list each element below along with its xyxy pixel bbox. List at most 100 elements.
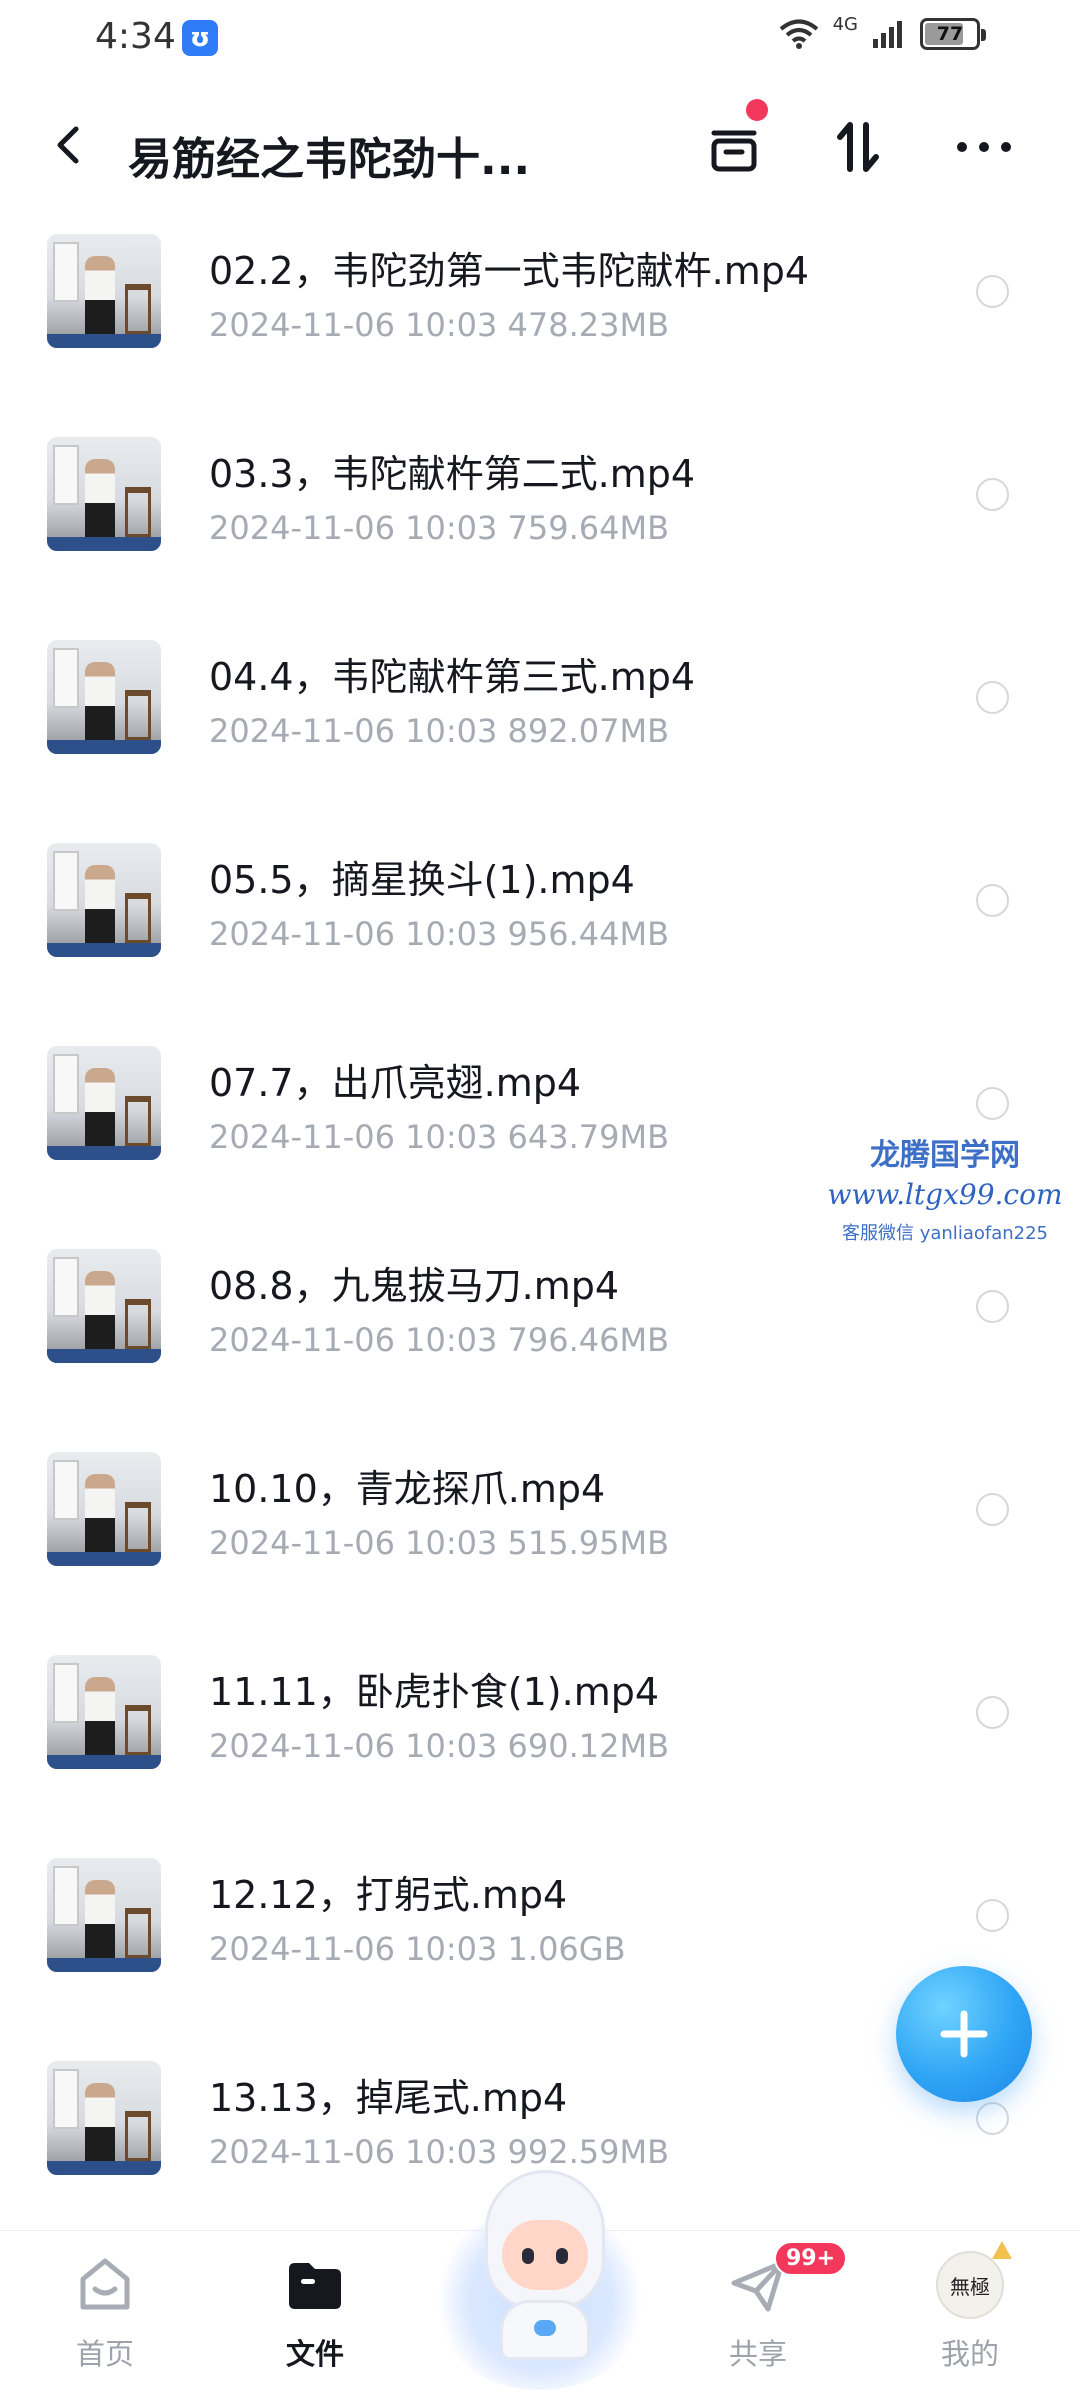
file-meta: 2024-11-06 10:03 478.23MB (209, 306, 669, 344)
transfer-list-button[interactable] (698, 99, 770, 183)
file-list-item[interactable]: 03.3，韦陀献杵第二式.mp4 2024-11-06 10:03 759.64… (0, 415, 1080, 618)
nav-item-share[interactable]: 99+ 共享 (688, 2241, 848, 2373)
chevron-left-icon (57, 126, 79, 164)
avatar: 無極 (936, 2241, 1012, 2319)
network-type: 4G (832, 13, 858, 35)
mascot-eye (556, 2248, 568, 2264)
select-checkbox[interactable] (976, 2102, 1009, 2135)
notification-dot (746, 99, 768, 121)
paper-plane-icon: 99+ (722, 2241, 848, 2321)
video-thumbnail (47, 2061, 161, 2175)
add-button[interactable] (896, 1966, 1032, 2102)
select-checkbox[interactable] (976, 884, 1009, 917)
file-size: 956.44MB (507, 915, 670, 953)
file-date: 2024-11-06 10:03 (209, 2133, 498, 2171)
video-thumbnail (47, 1249, 161, 1363)
video-thumbnail (47, 1655, 161, 1769)
home-icon (69, 2249, 141, 2321)
file-list-item[interactable]: 05.5，摘星换斗(1).mp4 2024-11-06 10:03 956.44… (0, 821, 1080, 1024)
more-dots-icon (957, 142, 1011, 152)
file-meta: 2024-11-06 10:03 992.59MB (209, 2133, 669, 2171)
wifi-icon (779, 19, 818, 49)
video-thumbnail (47, 1046, 161, 1160)
folder-icon (279, 2249, 351, 2321)
video-thumbnail (47, 234, 161, 348)
file-date: 2024-11-06 10:03 (209, 915, 498, 953)
file-date: 2024-11-06 10:03 (209, 1524, 498, 1562)
file-meta: 2024-11-06 10:03 892.07MB (209, 712, 669, 750)
avatar-text: 無極 (950, 2274, 990, 2299)
watermark-url: www.ltgx99.com (827, 1178, 1063, 1211)
plus-icon (940, 2010, 988, 2058)
file-name: 05.5，摘星换斗(1).mp4 (209, 858, 635, 902)
nav-item-home[interactable]: 首页 (35, 2249, 175, 2373)
crown-icon (992, 2241, 1012, 2259)
more-button[interactable] (948, 111, 1020, 183)
file-size: 992.59MB (507, 2133, 670, 2171)
file-name: 12.12，打躬式.mp4 (209, 1873, 568, 1917)
file-meta: 2024-11-06 10:03 759.64MB (209, 509, 669, 547)
file-meta: 2024-11-06 10:03 515.95MB (209, 1524, 669, 1562)
watermark-title: 龙腾国学网 (870, 1138, 1020, 1173)
file-date: 2024-11-06 10:03 (209, 306, 498, 344)
file-size: 1.06GB (507, 1930, 626, 1968)
file-size: 690.12MB (507, 1727, 670, 1765)
file-date: 2024-11-06 10:03 (209, 1118, 498, 1156)
notification-app-icon: ʊ (182, 20, 218, 56)
nav-label-files: 文件 (285, 2337, 344, 2371)
mascot-face (502, 2220, 588, 2290)
file-size: 796.46MB (507, 1321, 670, 1359)
video-thumbnail (47, 437, 161, 551)
select-checkbox[interactable] (976, 1290, 1009, 1323)
status-indicators: 4G 77 (779, 14, 986, 50)
video-thumbnail (47, 1858, 161, 1972)
file-meta: 2024-11-06 10:03 643.79MB (209, 1118, 669, 1156)
file-name: 07.7，出爪亮翅.mp4 (209, 1061, 582, 1105)
file-meta: 2024-11-06 10:03 956.44MB (209, 915, 669, 953)
file-date: 2024-11-06 10:03 (209, 1930, 498, 1968)
nav-item-files[interactable]: 文件 (245, 2249, 385, 2373)
battery-percent: 77 (936, 23, 964, 45)
status-time: 4:34 (95, 16, 176, 57)
file-list-item[interactable]: 11.11，卧虎扑食(1).mp4 2024-11-06 10:03 690.1… (0, 1633, 1080, 1836)
file-list-item[interactable]: 10.10，青龙探爪.mp4 2024-11-06 10:03 515.95MB (0, 1430, 1080, 1633)
select-checkbox[interactable] (976, 681, 1009, 714)
share-badge: 99+ (774, 2241, 848, 2276)
select-checkbox[interactable] (976, 1899, 1009, 1932)
sort-button[interactable] (822, 111, 894, 183)
select-checkbox[interactable] (976, 1696, 1009, 1729)
file-name: 03.3，韦陀献杵第二式.mp4 (209, 452, 696, 496)
mascot-eye (522, 2248, 534, 2264)
file-date: 2024-11-06 10:03 (209, 1727, 498, 1765)
select-checkbox[interactable] (976, 275, 1009, 308)
select-checkbox[interactable] (976, 1493, 1009, 1526)
file-size: 892.07MB (507, 712, 670, 750)
file-date: 2024-11-06 10:03 (209, 1321, 498, 1359)
assistant-mascot-button[interactable] (430, 2170, 650, 2400)
select-checkbox[interactable] (976, 478, 1009, 511)
file-meta: 2024-11-06 10:03 690.12MB (209, 1727, 669, 1765)
mascot-logo-icon (534, 2320, 556, 2336)
file-name: 08.8，九鬼拔马刀.mp4 (209, 1264, 620, 1308)
watermark-contact: 客服微信 yanliaofan225 (842, 1223, 1048, 1244)
file-list-item[interactable]: 04.4，韦陀献杵第三式.mp4 2024-11-06 10:03 892.07… (0, 618, 1080, 821)
nav-item-mine[interactable]: 無極 我的 (900, 2241, 1040, 2373)
file-name: 11.11，卧虎扑食(1).mp4 (209, 1670, 660, 1714)
battery-icon: 77 (920, 18, 986, 50)
back-button[interactable] (40, 115, 100, 175)
file-list-item[interactable]: 08.8，九鬼拔马刀.mp4 2024-11-06 10:03 796.46MB (0, 1227, 1080, 1430)
video-thumbnail (47, 843, 161, 957)
nav-label-share: 共享 (728, 2337, 787, 2371)
file-list-item[interactable]: 02.2，韦陀劲第一式韦陀献杵.mp4 2024-11-06 10:03 478… (0, 212, 1080, 415)
video-thumbnail (47, 640, 161, 754)
nav-label-mine: 我的 (940, 2337, 999, 2371)
signal-icon (873, 21, 902, 48)
watermark: 龙腾国学网 www.ltgx99.com 客服微信 yanliaofan225 (820, 1130, 1070, 1245)
transfer-box-icon (711, 130, 757, 172)
file-name: 02.2，韦陀劲第一式韦陀献杵.mp4 (209, 249, 810, 293)
file-name: 13.13，掉尾式.mp4 (209, 2076, 568, 2120)
file-date: 2024-11-06 10:03 (209, 712, 498, 750)
file-date: 2024-11-06 10:03 (209, 509, 498, 547)
select-checkbox[interactable] (976, 1087, 1009, 1120)
file-size: 643.79MB (507, 1118, 670, 1156)
